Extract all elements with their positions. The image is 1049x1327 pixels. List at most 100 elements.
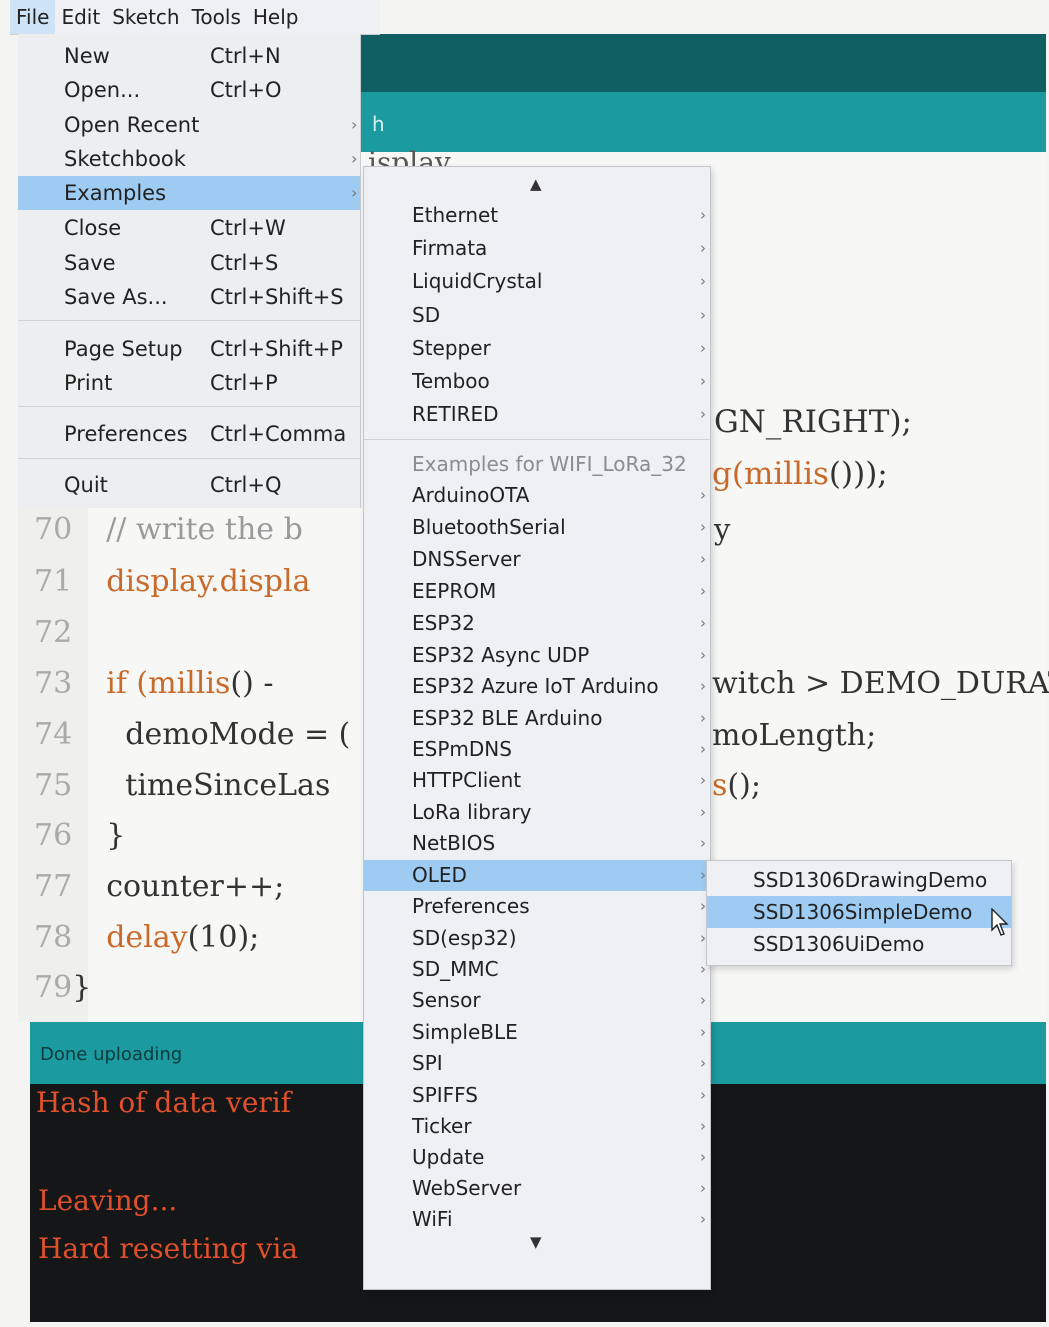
menu-item-sd-mmc[interactable]: SD_MMC ›	[364, 954, 710, 985]
menu-section-header: Examples for WIFI_LoRa_32	[412, 452, 687, 476]
menu-item-quit[interactable]: Quit Ctrl+Q	[18, 468, 360, 502]
menu-item-page-setup[interactable]: Page Setup Ctrl+Shift+P	[18, 332, 360, 366]
code-line: 74 demoMode = (	[34, 717, 351, 752]
menu-item-update[interactable]: Update ›	[364, 1142, 710, 1173]
chevron-right-icon: ›	[700, 372, 706, 390]
console-line: Leaving...	[38, 1184, 178, 1217]
menu-item-open-recent[interactable]: Open Recent ›	[18, 108, 360, 142]
editor-tab[interactable]: h	[372, 112, 385, 136]
menu-item-ssd1306-simple-demo[interactable]: SSD1306SimpleDemo	[707, 896, 1011, 928]
chevron-right-icon: ›	[700, 339, 706, 357]
menu-item-simpleble[interactable]: SimpleBLE ›	[364, 1017, 710, 1048]
menu-item-print[interactable]: Print Ctrl+P	[18, 366, 360, 400]
code-line: 71 display.displa	[34, 564, 311, 599]
menu-item-httpclient[interactable]: HTTPClient ›	[364, 765, 710, 796]
editor-tab-bar: h	[360, 92, 1046, 152]
menu-item-firmata[interactable]: Firmata ›	[364, 233, 710, 264]
menu-item-esp32-azure-iot[interactable]: ESP32 Azure IoT Arduino ›	[364, 671, 710, 702]
menu-item-retired[interactable]: RETIRED ›	[364, 399, 710, 430]
chevron-right-icon: ›	[700, 709, 706, 727]
chevron-right-icon: ›	[700, 272, 706, 290]
menu-help[interactable]: Help	[247, 0, 305, 34]
menu-item-esp32-async-udp[interactable]: ESP32 Async UDP ›	[364, 640, 710, 671]
code-line: 79}	[34, 970, 92, 1005]
menu-edit[interactable]: Edit	[55, 0, 106, 34]
menu-item-oled[interactable]: OLED ›	[364, 860, 710, 891]
code-fragment-y: y	[714, 512, 731, 546]
status-text: Done uploading	[40, 1044, 183, 1065]
chevron-right-icon: ›	[700, 677, 706, 695]
chevron-right-icon: ›	[700, 614, 706, 632]
menu-item-liquidcrystal[interactable]: LiquidCrystal ›	[364, 266, 710, 297]
menu-item-spi[interactable]: SPI ›	[364, 1048, 710, 1079]
chevron-right-icon: ›	[700, 771, 706, 789]
chevron-right-icon: ›	[700, 646, 706, 664]
chevron-right-icon: ›	[700, 206, 706, 224]
chevron-right-icon: ›	[351, 149, 358, 168]
code-fragment-switch: witch > DEMO_DURAT	[712, 666, 1049, 701]
code-line: 72	[34, 615, 73, 650]
menu-bar: File Edit Sketch Tools Help	[10, 0, 380, 35]
menu-item-eeprom[interactable]: EEPROM ›	[364, 576, 710, 607]
chevron-right-icon: ›	[700, 405, 706, 423]
menu-item-dnsserver[interactable]: DNSServer ›	[364, 544, 710, 575]
menu-item-ticker[interactable]: Ticker ›	[364, 1111, 710, 1142]
menu-item-preferences[interactable]: Preferences ›	[364, 891, 710, 922]
chevron-right-icon: ›	[700, 834, 706, 852]
scroll-up-arrow-icon[interactable]: ▲	[530, 175, 542, 193]
menu-separator	[364, 439, 710, 440]
menu-separator	[18, 320, 360, 321]
scroll-down-arrow-icon[interactable]: ▼	[530, 1233, 542, 1251]
menu-tools[interactable]: Tools	[186, 0, 247, 34]
chevron-right-icon: ›	[700, 582, 706, 600]
menu-item-sd-esp32[interactable]: SD(esp32) ›	[364, 923, 710, 954]
menu-item-open[interactable]: Open... Ctrl+O	[18, 73, 360, 107]
chevron-right-icon: ›	[700, 1086, 706, 1104]
code-line: 73 if (millis() -	[34, 666, 274, 701]
menu-item-bluetoothserial[interactable]: BluetoothSerial ›	[364, 512, 710, 543]
menu-separator	[18, 406, 360, 407]
menu-item-stepper[interactable]: Stepper ›	[364, 333, 710, 364]
code-fragment-s: s();	[712, 768, 761, 803]
menu-item-preferences[interactable]: Preferences Ctrl+Comma	[18, 417, 360, 451]
chevron-right-icon: ›	[700, 1210, 706, 1228]
menu-item-sd[interactable]: SD ›	[364, 300, 710, 331]
menu-item-espmdns[interactable]: ESPmDNS ›	[364, 734, 710, 765]
menu-item-save-as[interactable]: Save As... Ctrl+Shift+S	[18, 280, 360, 314]
menu-item-temboo[interactable]: Temboo ›	[364, 366, 710, 397]
menu-item-examples[interactable]: Examples ›	[18, 176, 360, 210]
chevron-right-icon: ›	[700, 239, 706, 257]
chevron-right-icon: ›	[700, 740, 706, 758]
chevron-right-icon: ›	[700, 1117, 706, 1135]
chevron-right-icon: ›	[700, 306, 706, 324]
chevron-right-icon: ›	[351, 183, 358, 202]
chevron-right-icon: ›	[351, 115, 358, 134]
console-line: Hash of data verif	[36, 1086, 292, 1119]
code-line: 70// write the b	[34, 512, 303, 547]
menu-item-ssd1306-drawing-demo[interactable]: SSD1306DrawingDemo	[707, 864, 1011, 896]
menu-item-arduinoota[interactable]: ArduinoOTA ›	[364, 480, 710, 511]
menu-item-ssd1306-ui-demo[interactable]: SSD1306UiDemo	[707, 928, 1011, 960]
menu-item-save[interactable]: Save Ctrl+S	[18, 246, 360, 280]
menu-item-esp32[interactable]: ESP32 ›	[364, 608, 710, 639]
examples-menu: ▲ Ethernet › Firmata › LiquidCrystal › SD › …	[363, 166, 711, 1290]
menu-item-netbios[interactable]: NetBIOS ›	[364, 828, 710, 859]
mouse-cursor-icon	[991, 908, 1009, 936]
console-line: Hard resetting via	[38, 1232, 298, 1265]
menu-item-webserver[interactable]: WebServer ›	[364, 1173, 710, 1204]
editor-toolbar	[360, 34, 1046, 92]
menu-item-wifi[interactable]: WiFi ›	[364, 1204, 710, 1235]
menu-item-spiffs[interactable]: SPIFFS ›	[364, 1080, 710, 1111]
code-line: 75 timeSinceLas	[34, 768, 331, 803]
menu-item-sensor[interactable]: Sensor ›	[364, 985, 710, 1016]
menu-item-sketchbook[interactable]: Sketchbook ›	[18, 142, 360, 176]
menu-file[interactable]: File	[10, 0, 56, 34]
chevron-right-icon: ›	[700, 1054, 706, 1072]
menu-sketch[interactable]: Sketch	[106, 0, 185, 34]
chevron-right-icon: ›	[700, 991, 706, 1009]
menu-item-close[interactable]: Close Ctrl+W	[18, 211, 360, 245]
menu-item-new[interactable]: New Ctrl+N	[18, 39, 360, 73]
menu-item-lora-library[interactable]: LoRa library ›	[364, 797, 710, 828]
menu-item-esp32-ble[interactable]: ESP32 BLE Arduino ›	[364, 703, 710, 734]
menu-item-ethernet[interactable]: Ethernet ›	[364, 200, 710, 231]
